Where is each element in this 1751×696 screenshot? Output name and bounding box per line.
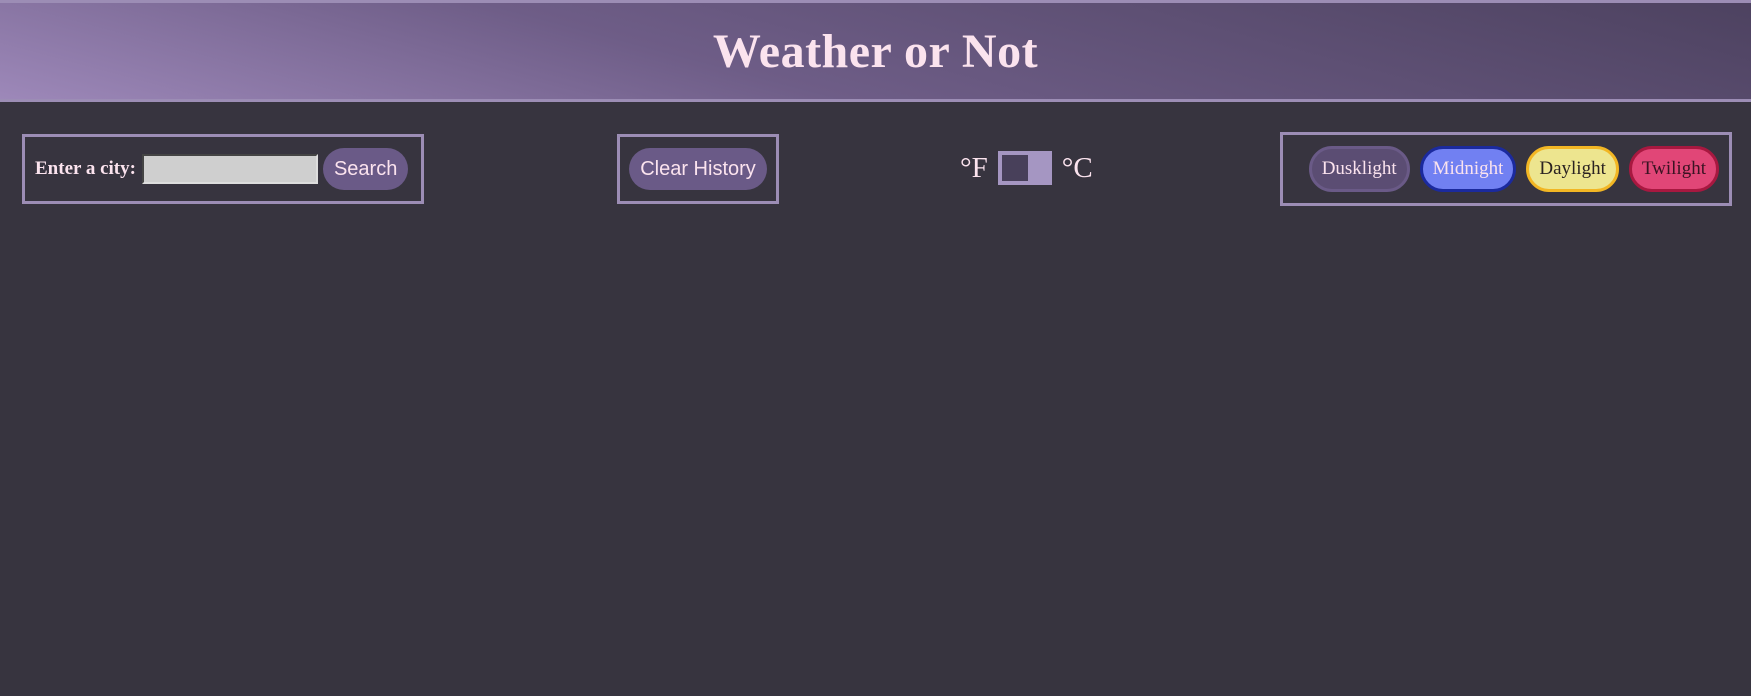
search-form: Enter a city: Search bbox=[22, 134, 424, 204]
clear-history-button[interactable]: Clear History bbox=[629, 148, 767, 190]
fahrenheit-label: °F bbox=[960, 151, 988, 184]
city-label: Enter a city: bbox=[35, 158, 136, 179]
app-header: Weather or Not bbox=[0, 0, 1751, 102]
unit-switch-knob bbox=[1001, 155, 1028, 181]
theme-midnight-button[interactable]: Midnight bbox=[1419, 146, 1517, 192]
unit-switch[interactable] bbox=[997, 151, 1052, 185]
theme-twilight-button[interactable]: Twilight bbox=[1628, 146, 1719, 192]
history-panel: Clear History bbox=[617, 134, 779, 204]
celsius-label: °C bbox=[1061, 151, 1093, 184]
theme-daylight-button[interactable]: Daylight bbox=[1526, 146, 1619, 192]
city-input[interactable] bbox=[141, 154, 318, 184]
unit-toggle: °F °C bbox=[960, 150, 1093, 186]
page-title: Weather or Not bbox=[712, 24, 1039, 78]
theme-selector: Dusklight Midnight Daylight Twilight bbox=[1280, 132, 1732, 206]
search-button[interactable]: Search bbox=[322, 148, 409, 190]
theme-dusklight-button[interactable]: Dusklight bbox=[1308, 146, 1410, 192]
